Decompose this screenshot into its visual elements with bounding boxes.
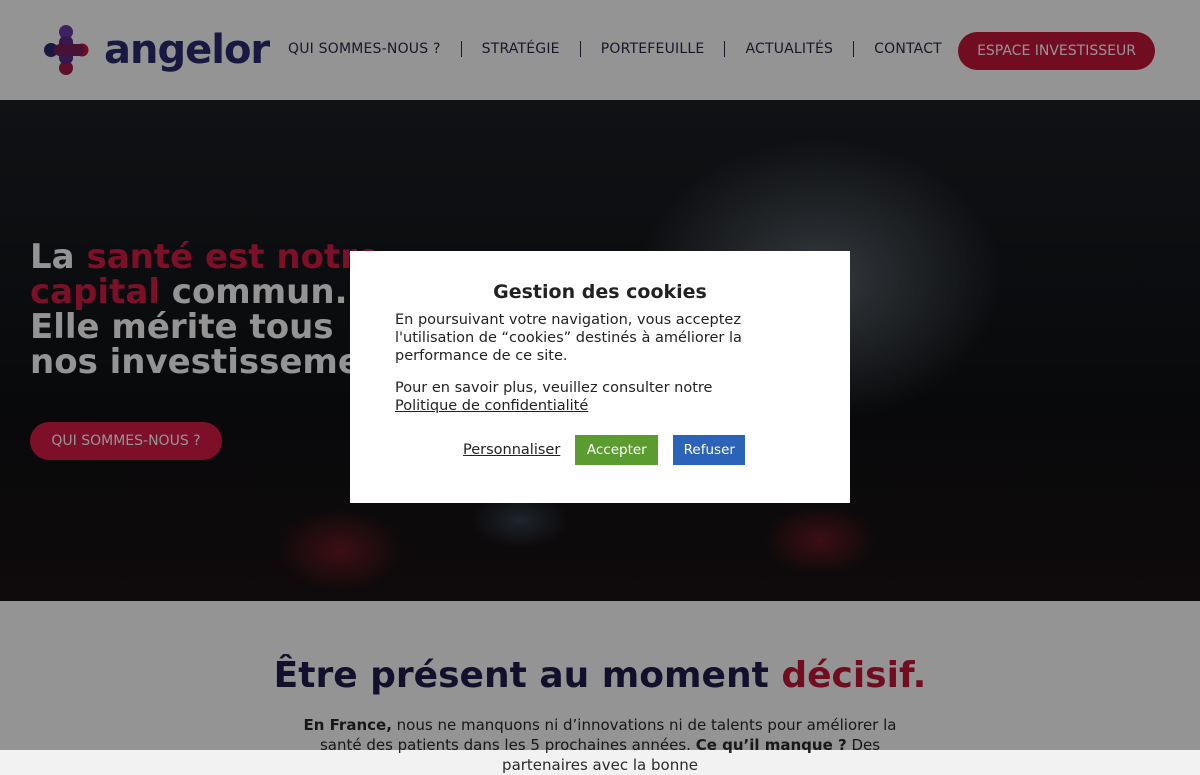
cookie-dialog-title: Gestion des cookies — [493, 281, 707, 303]
cookie-dialog-text: En poursuivant votre navigation, vous ac… — [395, 312, 742, 364]
cookie-dialog: Gestion des cookies En poursuivant votre… — [350, 251, 850, 503]
accept-cookies-button[interactable]: Accepter — [575, 435, 659, 465]
cookie-actions: Personnaliser Accepter Refuser — [463, 435, 746, 465]
customize-cookies-button[interactable]: Personnaliser — [463, 442, 560, 458]
privacy-policy-link[interactable]: Politique de confidentialité — [395, 398, 588, 414]
refuse-cookies-button[interactable]: Refuser — [673, 435, 746, 465]
cookie-more-info-text: Pour en savoir plus, veuillez consulter … — [395, 380, 713, 396]
cookie-dialog-more-info: Pour en savoir plus, veuillez consulter … — [395, 379, 805, 415]
